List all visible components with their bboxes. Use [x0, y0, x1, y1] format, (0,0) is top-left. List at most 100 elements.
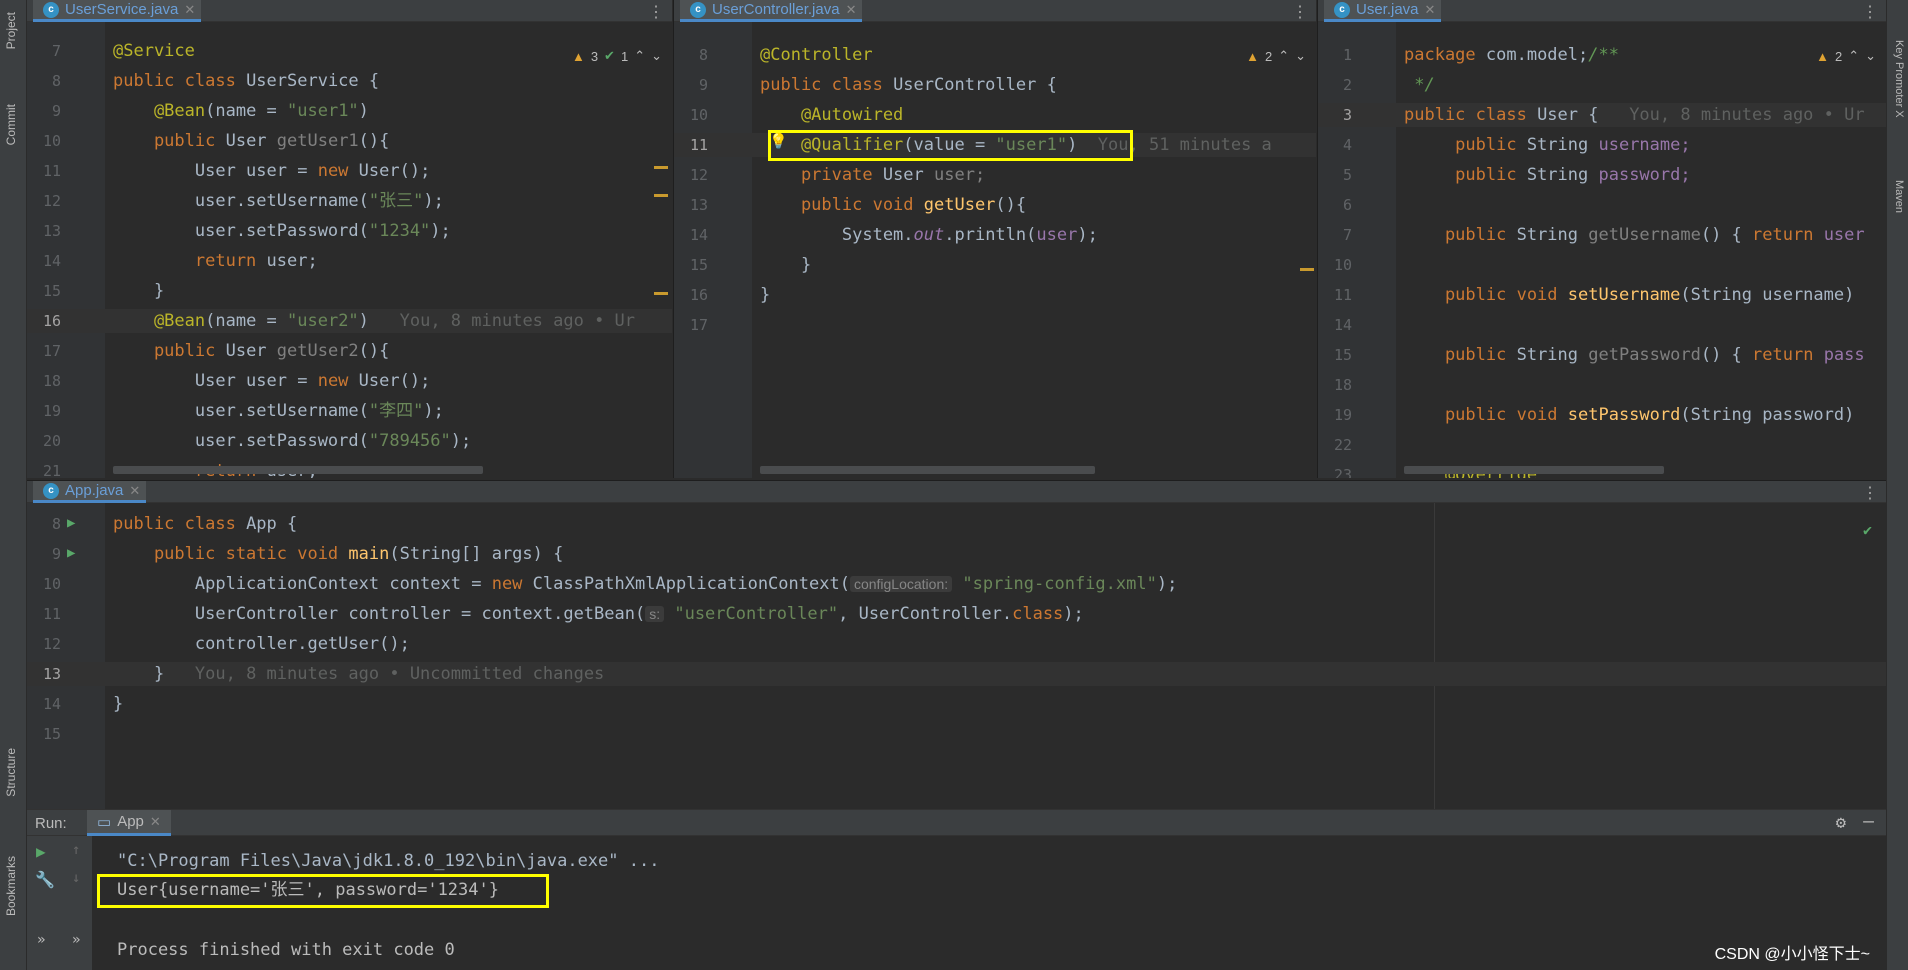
- code-line[interactable]: User user = new User();: [113, 159, 430, 183]
- code-line[interactable]: package com.model;/**: [1404, 43, 1619, 67]
- code-token: user.setUsername(: [113, 191, 369, 211]
- code-line[interactable]: }: [113, 279, 164, 303]
- code-line[interactable]: @Bean(name = "user1"): [113, 99, 369, 123]
- close-icon[interactable]: ✕: [846, 2, 857, 18]
- inspection-widget[interactable]: ▲ 2 ⌃ ⌄: [1812, 48, 1876, 64]
- code-line[interactable]: public String getUsername() { return use…: [1404, 223, 1865, 247]
- run-console[interactable]: ▶ 🔧 » ↑ ↓ » "C:\Program Files\Java\jdk1.…: [27, 836, 1886, 970]
- tab-app[interactable]: c App.java ✕: [33, 481, 147, 503]
- code-line[interactable]: public User getUser2(){: [113, 339, 389, 363]
- code-line[interactable]: private User user;: [760, 163, 985, 187]
- code-line[interactable]: public class User { You, 8 minutes ago •…: [1404, 103, 1865, 127]
- code-line[interactable]: @Autowired: [760, 103, 903, 127]
- code-line[interactable]: @Controller: [760, 43, 873, 67]
- horizontal-scrollbar[interactable]: [1404, 466, 1664, 474]
- editor-pane-usercontroller[interactable]: c UserController.java ✕ ⋮ ▲ 2 ⌃ ⌄ 8 @Contro…: [673, 0, 1316, 478]
- tab-label: UserController.java: [712, 1, 840, 18]
- close-icon[interactable]: ✕: [1425, 2, 1436, 18]
- chevron-down-icon[interactable]: ⌄: [651, 48, 662, 64]
- code-line[interactable]: public String getPassword() { return pas…: [1404, 343, 1865, 367]
- editor-pane-userservice[interactable]: c UserService.java ✕ ⋮ ▲ 3 ✔ 1 ⌃ ⌄ 7 @Servic…: [27, 0, 672, 478]
- change-marker: [654, 292, 668, 295]
- code-token: User: [225, 341, 277, 361]
- code-line[interactable]: }: [113, 692, 123, 716]
- gear-icon[interactable]: ⚙: [1836, 813, 1846, 833]
- code-line[interactable]: user.setUsername("张三");: [113, 189, 444, 213]
- line-number: 17: [42, 342, 61, 360]
- inspection-widget[interactable]: ▲ 3 ✔ 1 ⌃ ⌄: [572, 48, 662, 64]
- code-line[interactable]: User user = new User();: [113, 369, 430, 393]
- run-gutter-icon[interactable]: ▶: [67, 515, 75, 531]
- code-line[interactable]: public class App {: [113, 512, 297, 536]
- rerun-icon[interactable]: ▶: [36, 842, 46, 861]
- chevron-up-icon[interactable]: ⌃: [1278, 48, 1289, 64]
- more-options-icon[interactable]: ⋮: [1292, 2, 1308, 22]
- close-icon[interactable]: ✕: [184, 2, 195, 18]
- code-line[interactable]: @Service: [113, 39, 195, 63]
- run-tab-app[interactable]: ▭ App ✕: [87, 810, 171, 836]
- down-arrow-icon[interactable]: ↓: [72, 870, 80, 886]
- expand-icon[interactable]: »: [72, 932, 80, 948]
- code-token: @Bean: [113, 101, 206, 121]
- code-line[interactable]: System.out.println(user);: [760, 223, 1098, 247]
- code-line[interactable]: UserController controller = context.getB…: [113, 602, 1084, 626]
- code-token: setPassword: [1567, 405, 1681, 425]
- code-line[interactable]: user.setPassword("1234");: [113, 219, 451, 243]
- commit-tool-button[interactable]: Commit: [4, 104, 18, 145]
- chevron-up-icon[interactable]: ⌃: [634, 48, 645, 64]
- code-line[interactable]: public class UserController {: [760, 73, 1057, 97]
- code-line[interactable]: return user;: [113, 249, 318, 273]
- up-arrow-icon[interactable]: ↑: [72, 842, 80, 858]
- code-line[interactable]: public static void main(String[] args) {: [113, 542, 563, 566]
- code-line[interactable]: user.setPassword("789456");: [113, 429, 471, 453]
- inspection-widget[interactable]: ▲ 2 ⌃ ⌄: [1246, 48, 1306, 64]
- chevron-down-icon[interactable]: ⌄: [1295, 48, 1306, 64]
- code-line[interactable]: public void getUser(){: [760, 193, 1026, 217]
- code-line[interactable]: user.setUsername("李四");: [113, 399, 444, 423]
- code-line[interactable]: public void setPassword(String password): [1404, 403, 1854, 427]
- run-gutter-icon[interactable]: ▶: [67, 545, 75, 561]
- no-problems-check-icon[interactable]: ✔: [1863, 521, 1872, 539]
- minimize-icon[interactable]: —: [1863, 811, 1874, 832]
- more-options-icon[interactable]: ⋮: [648, 2, 664, 22]
- bookmarks-tool-button[interactable]: Bookmarks: [4, 856, 18, 916]
- close-icon[interactable]: ✕: [150, 814, 161, 830]
- editor-pane-user[interactable]: c User.java ✕ ⋮ ▲ 2 ⌃ ⌄ 1 package com.model…: [1317, 0, 1886, 478]
- code-token: ): [358, 101, 369, 121]
- code-line[interactable]: } You, 8 minutes ago • Uncommitted chang…: [113, 662, 604, 686]
- close-icon[interactable]: ✕: [129, 483, 140, 499]
- horizontal-scrollbar[interactable]: [113, 466, 483, 474]
- code-token: (String[] args) {: [389, 544, 564, 564]
- warning-count: 3: [590, 48, 599, 64]
- chevron-down-icon[interactable]: ⌄: [1865, 48, 1876, 64]
- code-token: class: [1012, 604, 1064, 624]
- chevron-up-icon[interactable]: ⌃: [1848, 48, 1859, 64]
- code-line[interactable]: public User getUser1(){: [113, 129, 389, 153]
- code-line[interactable]: */: [1404, 73, 1434, 97]
- code-line[interactable]: controller.getUser();: [113, 632, 410, 656]
- wrench-icon[interactable]: 🔧: [35, 870, 55, 889]
- maven-tool-button[interactable]: Maven: [1893, 180, 1905, 213]
- more-options-icon[interactable]: ⋮: [1862, 483, 1878, 503]
- code-token: UserService {: [246, 71, 380, 91]
- tab-user[interactable]: c User.java ✕: [1324, 0, 1442, 22]
- structure-tool-button[interactable]: Structure: [4, 748, 18, 797]
- code-line[interactable]: public String password;: [1404, 163, 1690, 187]
- tab-userservice[interactable]: c UserService.java ✕: [33, 0, 202, 22]
- code-line[interactable]: }: [760, 253, 811, 277]
- code-line[interactable]: public String username;: [1404, 133, 1690, 157]
- code-line[interactable]: }: [760, 283, 770, 307]
- code-line[interactable]: public void setUsername(String username): [1404, 283, 1854, 307]
- key-promoter-tool-button[interactable]: Key Promoter X: [1893, 40, 1905, 118]
- code-line[interactable]: public class UserService {: [113, 69, 379, 93]
- more-options-icon[interactable]: ⋮: [1862, 2, 1878, 22]
- project-tool-button[interactable]: Project: [4, 12, 18, 49]
- line-number: 1: [1342, 46, 1352, 64]
- expand-icon[interactable]: »: [37, 932, 45, 948]
- tab-usercontroller[interactable]: c UserController.java ✕: [680, 0, 863, 22]
- horizontal-scrollbar[interactable]: [760, 466, 1095, 474]
- line-number: 14: [42, 695, 61, 713]
- code-line[interactable]: @Bean(name = "user2") You, 8 minutes ago…: [113, 309, 635, 333]
- editor-pane-app[interactable]: c App.java ✕ ⋮ ✔ 8 ▶ public class App {9 ▶ …: [27, 480, 1886, 809]
- code-line[interactable]: ApplicationContext context = new ClassPa…: [113, 572, 1177, 596]
